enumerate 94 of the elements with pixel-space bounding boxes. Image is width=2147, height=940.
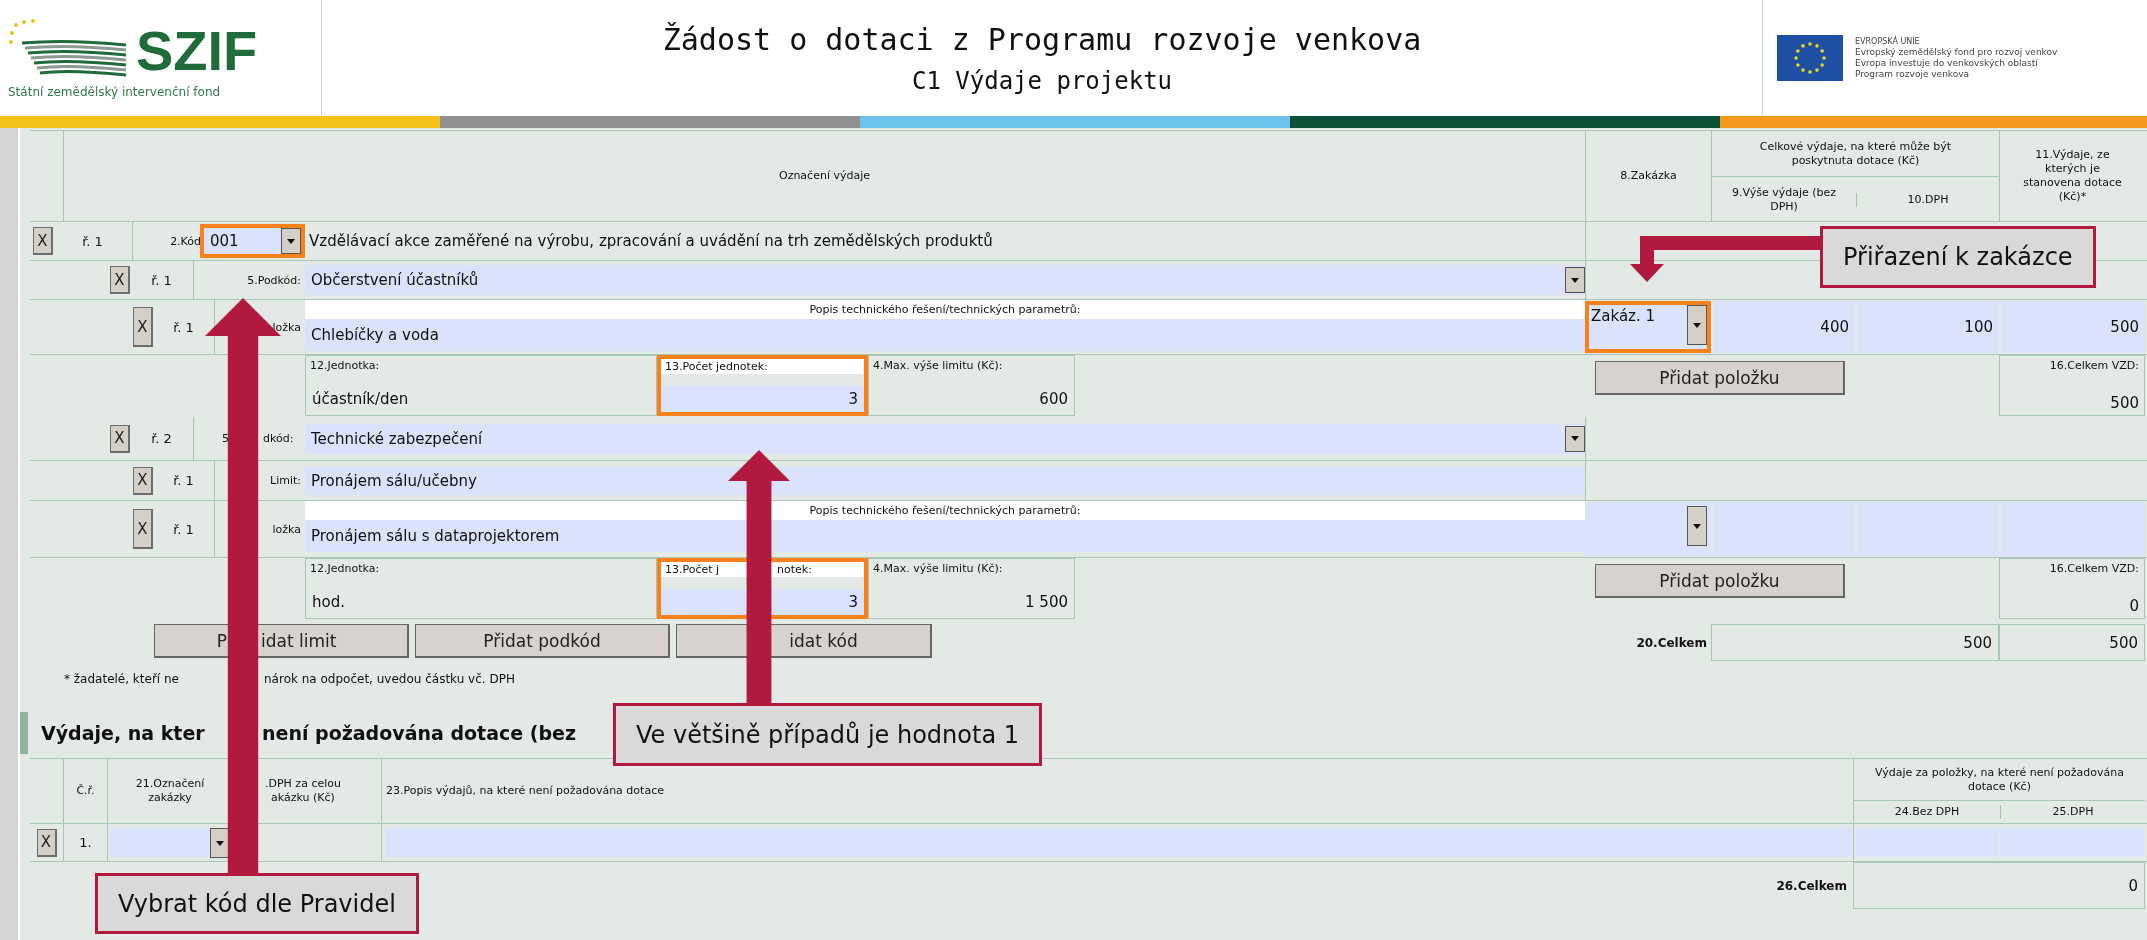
amount-field[interactable]: 500 <box>2001 301 2145 353</box>
description-field[interactable]: Pronájem sálu s dataprojektorem <box>305 520 1585 552</box>
field-label: Popis technického řešení/technických parametrů: <box>305 501 1585 520</box>
field-label: 4.Max. výše limitu (Kč): <box>873 359 1004 372</box>
subcode-select[interactable]: Technické zabezpečení <box>305 423 1585 454</box>
add-button[interactable]: Přidat podkód <box>415 624 670 658</box>
column-header: 24.Bez DPH <box>1894 805 1960 819</box>
caret-icon <box>1693 322 1701 328</box>
footnote: * žadatelé, kteří ne nárok na odpočet, uvedou částku vč. DPH <box>64 672 515 686</box>
column-header: 9.Výše výdaje (bez DPH) <box>1730 185 1838 214</box>
eu-text: Evropský zemědělský fond pro rozvoj venkov <box>1855 47 2058 57</box>
row-number: ř. 1 <box>151 272 172 288</box>
caret-icon <box>216 840 224 846</box>
total-cell: 500 <box>1999 624 2145 661</box>
total-cell: 0 <box>1853 862 2145 909</box>
heading-bar <box>20 712 28 754</box>
caret-icon <box>1571 277 1579 283</box>
amount-field[interactable] <box>2001 502 2145 556</box>
sum-cell: 16.Celkem VZD: 0 <box>1999 558 2145 619</box>
column-header: Výdaje za položky, na které není požadována dotace (Kč) <box>1874 765 2125 794</box>
field-label: 5 <box>221 432 229 445</box>
row-number: ř. 2 <box>151 431 172 446</box>
remove-button[interactable]: X <box>110 266 130 294</box>
field-label: 2.Kód <box>170 234 201 248</box>
row-number: ř. 1 <box>173 473 194 488</box>
page-title: Žádost o dotaci z Programu rozvoje venkova <box>662 21 1422 57</box>
annotation-label: Přiřazení k zakázce <box>1820 226 2096 288</box>
vat-field[interactable] <box>1857 502 1999 556</box>
row-number: ř. 1 <box>173 521 194 537</box>
code-select[interactable]: 001 <box>200 224 305 258</box>
description-field[interactable] <box>386 828 1852 857</box>
field-label: 5.Podkód: <box>247 273 301 287</box>
remove-button[interactable]: X <box>133 307 153 347</box>
row-number: ř. 1 <box>173 319 194 335</box>
column-header: Celkové výdaje, na které může být poskytnuta dotace (Kč) <box>1758 139 1953 168</box>
remove-button[interactable]: X <box>133 466 153 495</box>
remove-button[interactable]: X <box>33 227 53 255</box>
count-field[interactable]: 13.Počet jednotek: 3 <box>657 355 868 416</box>
eu-text: EVROPSKÁ UNIE <box>1855 37 1921 46</box>
subcode-select[interactable]: Občerstvení účastníků <box>305 265 1585 295</box>
unit-value: účastník/den <box>311 390 410 410</box>
limit-value: 600 <box>1038 390 1069 410</box>
column-header: 23.Popis výdajů, na které není požadována dotace <box>386 784 664 798</box>
column-header: 25.DPH <box>2052 805 2094 819</box>
limit-value: 1 500 <box>1024 593 1069 613</box>
field-label: ložka <box>272 320 301 334</box>
total-label: 26.Celkem <box>1776 878 1847 893</box>
description-field[interactable]: Chlebíčky a voda <box>305 319 1585 351</box>
section-heading: Výdaje, na kter není požadována dotace (bez <box>41 722 576 744</box>
add-item-button[interactable]: Přidat položku <box>1595 361 1845 395</box>
field-label: 12.Jednotka: <box>310 562 381 575</box>
caret-icon <box>287 238 295 244</box>
field-label: 4.Max. výše limitu (Kč): <box>873 562 1004 575</box>
order-select[interactable] <box>110 828 230 857</box>
logo-caption: Státní zemědělský intervenční fond <box>8 84 222 99</box>
total-cell: 500 <box>1711 624 1999 661</box>
order-select[interactable] <box>1585 502 1711 556</box>
order-select[interactable]: Zakáz. 1 <box>1585 301 1711 353</box>
field-label: Limit: <box>270 474 301 487</box>
caret-icon <box>1571 436 1579 441</box>
column-header: .DPH za celou akázku (Kč) <box>265 777 341 805</box>
column-header: 8.Zakázka <box>1620 169 1677 183</box>
sum-cell: 16.Celkem VZD: 500 <box>1999 355 2145 416</box>
remove-button[interactable]: X <box>133 509 153 549</box>
column-header: 21.Označení zakázky <box>134 777 206 805</box>
flag-icon <box>1777 35 1843 81</box>
column-header: 11.Výdaje, ze kterých je stanovena dotace (Kč)* <box>2022 148 2123 204</box>
add-item-button[interactable]: Přidat položku <box>1595 564 1845 598</box>
column-header: Označení výdaje <box>778 169 871 183</box>
remove-button[interactable]: X <box>110 424 130 453</box>
row-number: ř. 1 <box>82 233 103 249</box>
remove-button[interactable]: X <box>36 828 57 857</box>
vat-field[interactable]: 100 <box>1857 301 1999 353</box>
field-label: dkód: <box>263 432 294 445</box>
annotation-label: Ve většině případů je hodnota 1 <box>613 703 1042 766</box>
column-header: Č.ř. <box>76 784 95 798</box>
eu-text: Evropa investuje do venkovských oblastí <box>1855 58 2039 68</box>
field-label: Popis technického řešení/technických parametrů: <box>305 300 1585 319</box>
row-number: 1. <box>79 835 92 850</box>
amount-field[interactable]: 400 <box>1713 301 1855 353</box>
field-label: ložka <box>272 522 301 536</box>
add-button[interactable]: idat kód <box>676 624 932 658</box>
eu-text: Program rozvoje venkova <box>1855 69 1971 79</box>
limit-field[interactable]: Pronájem sálu/učebny <box>305 466 1585 495</box>
code-description: Vzdělávací akce zaměřené na výrobu, zpracování a uvádění na trh zemědělských produktů <box>309 232 993 250</box>
page-subtitle: C1 Výdaje projektu <box>911 66 1173 95</box>
logo-text: SZIF <box>136 17 258 83</box>
column-header: 10.DPH <box>1907 192 1949 207</box>
field-label: 12.Jednotka: <box>310 359 381 372</box>
unit-value: hod. <box>311 593 346 613</box>
amount-field[interactable] <box>1713 502 1855 556</box>
annotation-label: Vybrat kód dle Pravidel <box>95 873 419 934</box>
caret-icon <box>1693 523 1701 529</box>
total-label: 20.Celkem <box>1636 635 1707 650</box>
